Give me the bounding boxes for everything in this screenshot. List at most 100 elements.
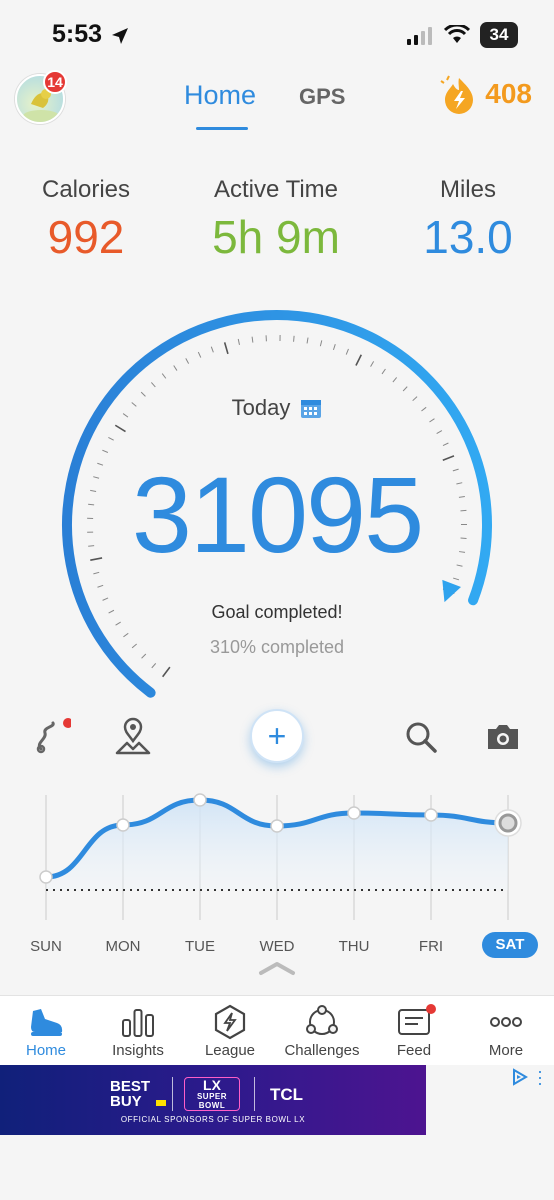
- day-label-mon[interactable]: MON: [95, 938, 151, 955]
- stat-label: Active Time: [213, 176, 339, 203]
- stat-value: 992: [47, 211, 125, 263]
- gauge-tick: [442, 442, 449, 447]
- chart-point[interactable]: [39, 870, 53, 884]
- signal-icon: [407, 27, 432, 45]
- today-label: Today: [231, 395, 291, 420]
- gauge-tick: [173, 365, 178, 371]
- battery-indicator: 34: [480, 22, 518, 48]
- ad-banner[interactable]: BEST BUY LX SUPER BOWL TCL OFFICIAL SPON…: [0, 1065, 426, 1135]
- more-icon: [490, 1017, 522, 1027]
- stat-miles: Miles 13.0: [378, 176, 554, 264]
- day-label-sun[interactable]: SUN: [18, 938, 74, 955]
- gauge-tick: [402, 386, 408, 392]
- streak-counter[interactable]: 408: [439, 74, 532, 114]
- ad-options-icon[interactable]: · · ·: [537, 1062, 543, 1092]
- ad-event-logo: LX SUPER BOWL: [184, 1077, 240, 1111]
- search-button[interactable]: [400, 716, 442, 758]
- gauge-tick: [185, 358, 190, 364]
- gauge-tick: [319, 340, 323, 347]
- gauge-tick: [223, 342, 229, 355]
- tab-home[interactable]: Home: [184, 80, 256, 111]
- flame-bolt-icon: [440, 75, 474, 114]
- streak-value: 408: [485, 78, 532, 109]
- search-icon: [406, 722, 437, 753]
- nav-label: Home: [25, 1042, 66, 1059]
- ad-brand-text: BEST BUY: [110, 1078, 151, 1110]
- ad-choices-icon[interactable]: [510, 1067, 530, 1087]
- nav-label: Feed: [396, 1042, 432, 1059]
- day-label-thu[interactable]: THU: [326, 938, 382, 955]
- chart-point[interactable]: [347, 806, 361, 820]
- ad-footer: OFFICIAL SPONSORS OF SUPER BOWL LX: [120, 1115, 306, 1124]
- camera-button[interactable]: [482, 716, 524, 758]
- chart-point[interactable]: [498, 813, 518, 833]
- day-label-tue[interactable]: TUE: [172, 938, 228, 955]
- gauge-tick: [161, 373, 167, 379]
- gauge-tick: [162, 666, 171, 678]
- add-activity-button[interactable]: +: [250, 709, 304, 763]
- ad-event-bottom: SUPER BOWL: [196, 1092, 228, 1110]
- day-label-wed[interactable]: WED: [249, 938, 305, 955]
- day-label-fri[interactable]: FRI: [403, 938, 459, 955]
- stat-value: 5h 9m: [212, 211, 340, 263]
- ad-separator: [254, 1077, 255, 1111]
- lightning-hexagon-icon: [214, 1004, 246, 1040]
- nav-insights[interactable]: Insights: [98, 1004, 178, 1059]
- map-pin-icon: [115, 717, 151, 755]
- calendar-icon[interactable]: [300, 397, 322, 419]
- route-button[interactable]: [30, 716, 72, 758]
- stat-label: Miles: [439, 176, 496, 203]
- step-count: 31095: [131, 454, 424, 575]
- chart-point[interactable]: [270, 819, 284, 833]
- nav-label: Insights: [112, 1042, 164, 1059]
- gauge-tick: [237, 338, 240, 345]
- goal-percent: 310% completed: [209, 637, 345, 657]
- stat-calories: Calories 992: [0, 176, 176, 264]
- chart-point[interactable]: [193, 793, 207, 807]
- gauge-tick: [306, 337, 309, 344]
- chart-point[interactable]: [424, 808, 438, 822]
- stat-active-time: Active Time 5h 9m: [186, 176, 366, 264]
- stat-value: 13.0: [423, 211, 513, 263]
- gauge-tick: [453, 577, 460, 581]
- status-icons: 34: [406, 22, 518, 48]
- route-icon: [36, 718, 71, 754]
- gauge-tick: [102, 597, 109, 601]
- nav-league[interactable]: League: [190, 1004, 270, 1059]
- gauge-tick: [251, 336, 254, 343]
- gauge-tick: [114, 424, 126, 433]
- nav-home[interactable]: Home: [6, 1004, 86, 1059]
- gauge-tick: [355, 354, 362, 366]
- feed-notification-dot: [426, 1004, 436, 1014]
- tab-gps[interactable]: GPS: [299, 84, 345, 110]
- gauge-end-marker: [442, 579, 461, 603]
- location-arrow-icon: [112, 28, 128, 44]
- ad-separator: [172, 1077, 173, 1111]
- gauge-tick: [392, 377, 398, 383]
- gauge-tick: [97, 584, 104, 588]
- camera-icon: [488, 725, 518, 749]
- gauge-tick: [370, 361, 375, 367]
- nav-feed[interactable]: Feed: [374, 1004, 454, 1059]
- nav-label: Challenges: [284, 1042, 360, 1059]
- nav-label: League: [204, 1042, 256, 1059]
- nav-label: More: [488, 1042, 524, 1059]
- day-label-sat[interactable]: SAT: [482, 932, 538, 958]
- price-tag-icon: [156, 1100, 166, 1106]
- map-button[interactable]: [112, 716, 154, 758]
- active-tab-indicator: [196, 127, 248, 130]
- gauge-tick: [210, 346, 214, 353]
- nav-more[interactable]: More: [466, 1004, 546, 1059]
- notification-badge: 14: [43, 70, 67, 94]
- ad-event-top: LX: [203, 1077, 221, 1093]
- group-icon: [306, 1005, 338, 1035]
- chart-point[interactable]: [116, 818, 130, 832]
- status-time: 5:53: [52, 20, 103, 48]
- weekly-steps-chart: [39, 793, 522, 920]
- nav-challenges[interactable]: Challenges: [282, 1004, 362, 1059]
- day-selector[interactable]: Today: [0, 395, 554, 421]
- chevron-up-icon[interactable]: [258, 960, 296, 976]
- stat-label: Calories: [41, 176, 131, 203]
- gauge-tick: [150, 382, 156, 388]
- gauge-tick: [332, 344, 336, 351]
